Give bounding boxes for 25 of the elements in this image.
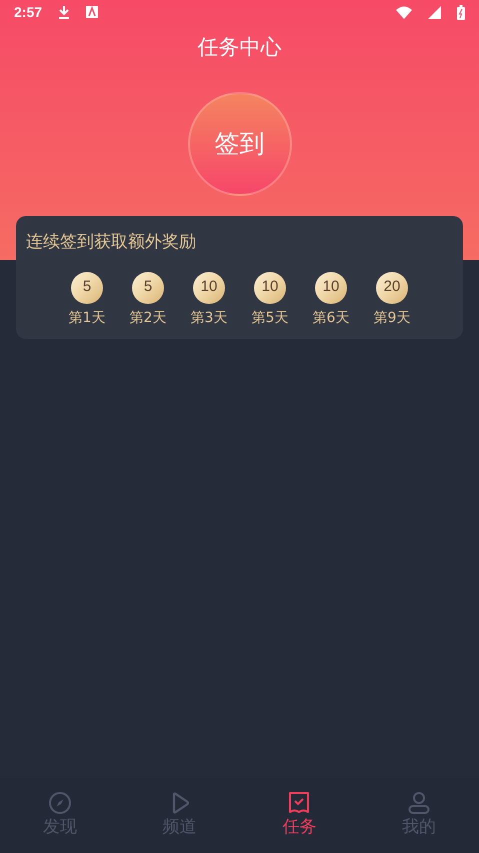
- battery-icon: [457, 4, 465, 20]
- reward-coin: 10: [254, 272, 286, 304]
- download-icon: [58, 5, 70, 19]
- sign-in-button[interactable]: 签到: [188, 92, 292, 196]
- day-label: 第3天: [190, 308, 228, 328]
- card-title: 连续签到获取额外奖励: [26, 231, 197, 254]
- day-label: 第5天: [252, 308, 288, 328]
- day-label: 第1天: [68, 308, 106, 328]
- signal-icon: [428, 6, 441, 18]
- reward-coin: 10: [315, 272, 347, 304]
- page-title: 任务中心: [198, 34, 282, 61]
- day-label: 第6天: [312, 308, 350, 328]
- day-label: 第2天: [130, 308, 166, 328]
- reward-coin: 20: [376, 272, 408, 304]
- status-time: 2:57: [14, 2, 42, 22]
- user-icon: [407, 790, 432, 815]
- reward-coin: 5: [71, 272, 103, 304]
- reward-coin: 5: [132, 272, 164, 304]
- day-label: 第9天: [374, 308, 410, 328]
- compass-icon: [48, 790, 72, 815]
- checklist-icon: [287, 790, 312, 815]
- wifi-icon: [396, 6, 412, 18]
- app-notification-icon: [86, 6, 98, 18]
- nav-tab[interactable]: 任务: [259, 790, 340, 842]
- reward-coin: 10: [193, 272, 225, 304]
